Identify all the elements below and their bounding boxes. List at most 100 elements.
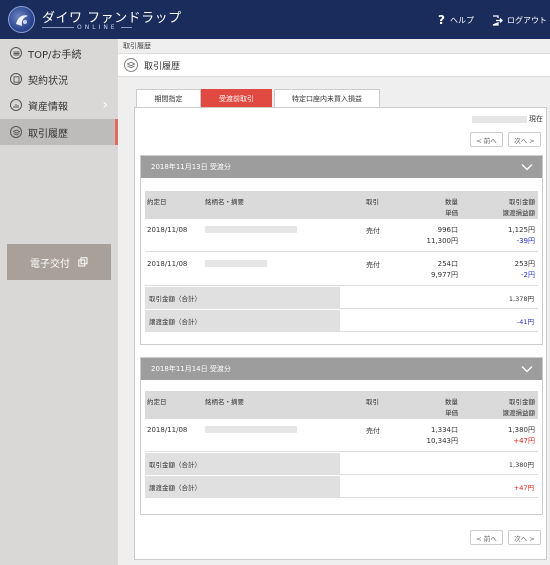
history-panel: 現在 < 前へ 次へ > 2018年11月13日 受渡分 約定日 銘柄名・摘要 … — [134, 107, 547, 560]
total-gain-label: 譲渡金額（合計） — [145, 476, 340, 498]
col-name: 銘柄名・摘要 — [205, 198, 244, 206]
sidebar-item-assets[interactable]: 資産情報 › — [0, 92, 118, 118]
next-page-button[interactable]: 次へ > — [508, 530, 541, 545]
sidebar-item-top[interactable]: TOP/お手続 — [0, 40, 118, 66]
row-gain: +47円 — [513, 437, 535, 445]
help-button[interactable]: ? ヘルプ — [438, 12, 474, 28]
next-label: 次へ > — [514, 136, 535, 145]
total-amount-row: 取引金額（合計） 1,380円 — [145, 453, 538, 475]
page-title: 取引履歴 — [144, 61, 181, 72]
tab-period[interactable]: 期間指定 — [136, 89, 201, 107]
total-amount-value: 1,380円 — [508, 461, 534, 469]
breadcrumb: 取引履歴 — [123, 42, 151, 50]
e-delivery-button[interactable]: 電子交付 — [7, 244, 111, 280]
row-amount: 253円 — [514, 260, 535, 268]
logout-icon — [492, 14, 503, 26]
col-date: 約定日 — [147, 398, 167, 406]
tab-pending-settlement[interactable]: 受渡前取引 — [201, 89, 272, 107]
row-trade: 売付 — [366, 227, 380, 235]
tab-label: 受渡前取引 — [219, 94, 254, 103]
as-of-suffix: 現在 — [529, 115, 543, 123]
chevron-right-icon: › — [102, 97, 108, 113]
external-window-icon — [78, 257, 88, 267]
logout-label: ログアウト — [507, 15, 547, 25]
chevron-down-icon — [521, 164, 533, 171]
col-gain: 譲渡損益額 — [502, 209, 536, 217]
contract-icon — [10, 73, 22, 85]
table-row: 2018/11/08 売付 254口 9,977円 253円 -2円 — [145, 253, 538, 286]
redacted-fund-name — [205, 426, 297, 433]
total-gain-row: 譲渡金額（合計） +47円 — [145, 476, 538, 498]
brand-subtitle: ONLINE — [74, 24, 121, 31]
prev-label: < 前へ — [476, 136, 497, 145]
row-price: 9,977円 — [430, 271, 458, 279]
col-amount: 取引金額 — [509, 398, 535, 406]
table-header: 約定日 銘柄名・摘要 取引 数量 単価 取引金額 譲渡損益額 — [145, 391, 538, 419]
redacted-fund-name — [205, 260, 267, 267]
row-gain: -39円 — [516, 237, 535, 245]
app-header: ダイワ ファンドラップ ONLINE ? ヘルプ ログアウト — [0, 0, 550, 39]
sidebar-item-label: 契約状況 — [28, 75, 68, 87]
settlement-group: 2018年11月13日 受渡分 約定日 銘柄名・摘要 取引 数量 単価 取引金額… — [140, 155, 543, 345]
home-icon — [10, 47, 22, 59]
sidebar-item-label: 取引履歴 — [28, 128, 68, 140]
redacted-date — [472, 115, 527, 123]
tab-label: 特定口座内未買入損益 — [292, 94, 362, 103]
total-amount-label: 取引金額（合計） — [145, 287, 340, 309]
col-qty: 数量 — [445, 198, 458, 206]
prev-page-button[interactable]: < 前へ — [470, 132, 503, 147]
total-gain-label: 譲渡金額（合計） — [145, 310, 340, 332]
row-price: 10,343円 — [426, 437, 459, 445]
tab-label: 期間指定 — [154, 94, 183, 103]
sidebar-item-label: 資産情報 — [28, 101, 68, 113]
prev-page-button[interactable]: < 前へ — [470, 530, 503, 545]
sidebar-item-label: TOP/お手続 — [28, 49, 82, 61]
col-qty: 数量 — [445, 398, 458, 406]
col-name: 銘柄名・摘要 — [205, 398, 244, 406]
sidebar-item-contract[interactable]: 契約状況 — [0, 66, 118, 92]
table-header: 約定日 銘柄名・摘要 取引 数量 単価 取引金額 譲渡損益額 — [145, 191, 538, 219]
total-amount-row: 取引金額（合計） 1,378円 — [145, 287, 538, 309]
row-date: 2018/11/08 — [147, 426, 188, 434]
total-gain-row: 譲渡金額（合計） -41円 — [145, 310, 538, 332]
logout-button[interactable]: ログアウト — [492, 12, 547, 28]
row-gain: -2円 — [521, 271, 535, 279]
page-title-bar: 取引履歴 — [118, 53, 550, 77]
table-row: 2018/11/08 売付 996口 11,300円 1,125円 -39円 — [145, 219, 538, 252]
col-gain: 譲渡損益額 — [502, 409, 536, 417]
chevron-down-icon — [521, 366, 533, 373]
group-title: 2018年11月13日 受渡分 — [151, 163, 231, 171]
col-date: 約定日 — [147, 198, 167, 206]
row-amount: 1,380円 — [507, 426, 535, 434]
row-qty: 996口 — [437, 226, 458, 234]
group-header[interactable]: 2018年11月14日 受渡分 — [141, 358, 542, 380]
question-icon: ? — [438, 13, 445, 27]
total-amount-label: 取引金額（合計） — [145, 453, 340, 475]
row-date: 2018/11/08 — [147, 226, 188, 234]
logo-mark-icon — [16, 15, 28, 26]
col-trade: 取引 — [366, 398, 379, 406]
col-amount: 取引金額 — [509, 198, 535, 206]
total-gain-value: -41円 — [516, 318, 534, 326]
table-row: 2018/11/08 売付 1,334口 10,343円 1,380円 +47円 — [145, 419, 538, 452]
prev-label: < 前へ — [476, 534, 497, 543]
main-content: 取引履歴 取引履歴 期間指定 受渡前取引 特定口座内未買入損益 現在 < 前へ … — [118, 39, 550, 565]
e-delivery-label: 電子交付 — [30, 258, 70, 270]
sidebar-item-history[interactable]: 取引履歴 — [0, 119, 118, 145]
row-trade: 売付 — [366, 261, 380, 269]
row-trade: 売付 — [366, 427, 380, 435]
group-title: 2018年11月14日 受渡分 — [151, 365, 231, 373]
total-amount-value: 1,378円 — [508, 295, 534, 303]
row-qty: 1,334口 — [430, 426, 458, 434]
group-header[interactable]: 2018年11月13日 受渡分 — [141, 156, 542, 178]
layers-icon — [10, 126, 22, 138]
next-label: 次へ > — [514, 534, 535, 543]
total-gain-value: +47円 — [513, 484, 534, 492]
as-of-date: 現在 — [472, 114, 543, 124]
daiwa-logo[interactable] — [8, 6, 35, 33]
tab-specific-account[interactable]: 特定口座内未買入損益 — [274, 89, 380, 107]
layers-icon — [124, 58, 138, 72]
next-page-button[interactable]: 次へ > — [508, 132, 541, 147]
row-date: 2018/11/08 — [147, 260, 188, 268]
sidebar: TOP/お手続 契約状況 資産情報 › 取引履歴 電子交付 — [0, 39, 118, 565]
